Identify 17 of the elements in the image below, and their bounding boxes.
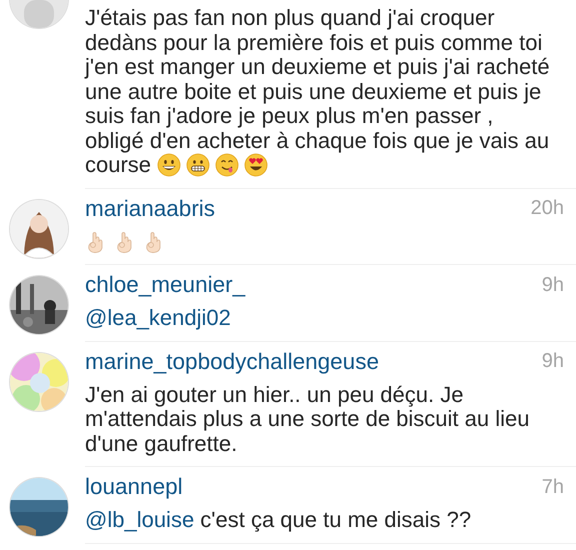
comment-text: J'étais pas fan non plus quand j'ai croquer dedàns pour la première fois et puis comme toi j'en est manger un deuxieme et puis j'ai racheté une autre boite et puis une deuxieme et puis je suis fan j'adore je peux plus m'en passer , obligé d'en acheter à chaque fois que je vais au course [85,6,551,178]
smiling-face-icon [215,153,240,177]
mention-link[interactable]: @lb_louise [85,507,194,532]
username-link[interactable]: louannepl [85,474,183,500]
comment-time: 20h [530,197,564,220]
username-link[interactable]: marine_topbodychallengeuse [85,348,379,374]
heart-eyes-face-icon [244,153,268,177]
username-link[interactable]: marianaabris [85,196,216,222]
comment-time: 7h [542,476,564,498]
grimacing-face-icon [186,153,210,177]
mention-link[interactable]: @lea_kendji02 [85,305,231,330]
comment-text: @lb_louise c'est ça que tu me disais ?? [85,508,472,532]
username-link[interactable]: chloe_meunier_ [85,272,246,298]
comment-time: 9h [542,350,564,373]
grinning-face-icon [157,153,182,177]
comment-time: 9h [542,274,564,296]
comment-text: J'en ai gouter un hier.. un peu déçu. Je m'attendais plus a une sorte de biscuit au lieu d'une gaufrette. [85,382,530,456]
